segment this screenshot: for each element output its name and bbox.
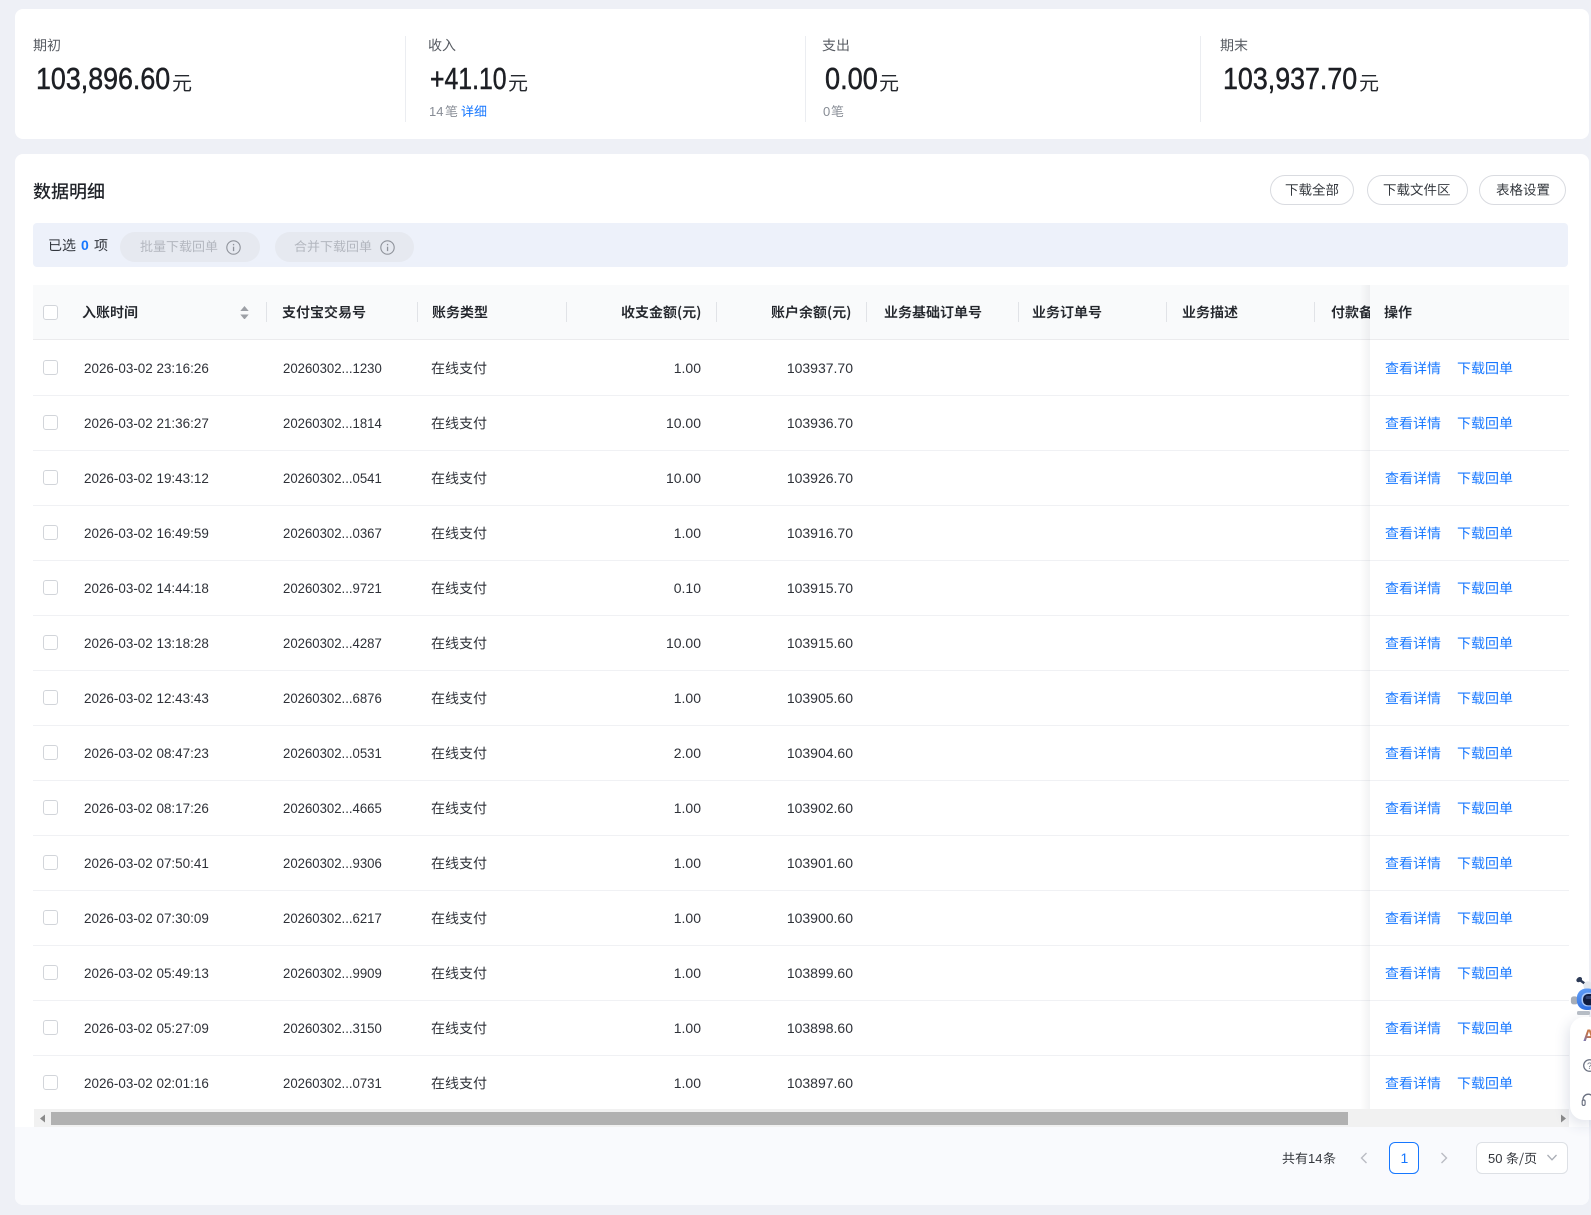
svg-text:A: A	[1583, 1027, 1591, 1044]
svg-text:?: ?	[1587, 1061, 1591, 1071]
